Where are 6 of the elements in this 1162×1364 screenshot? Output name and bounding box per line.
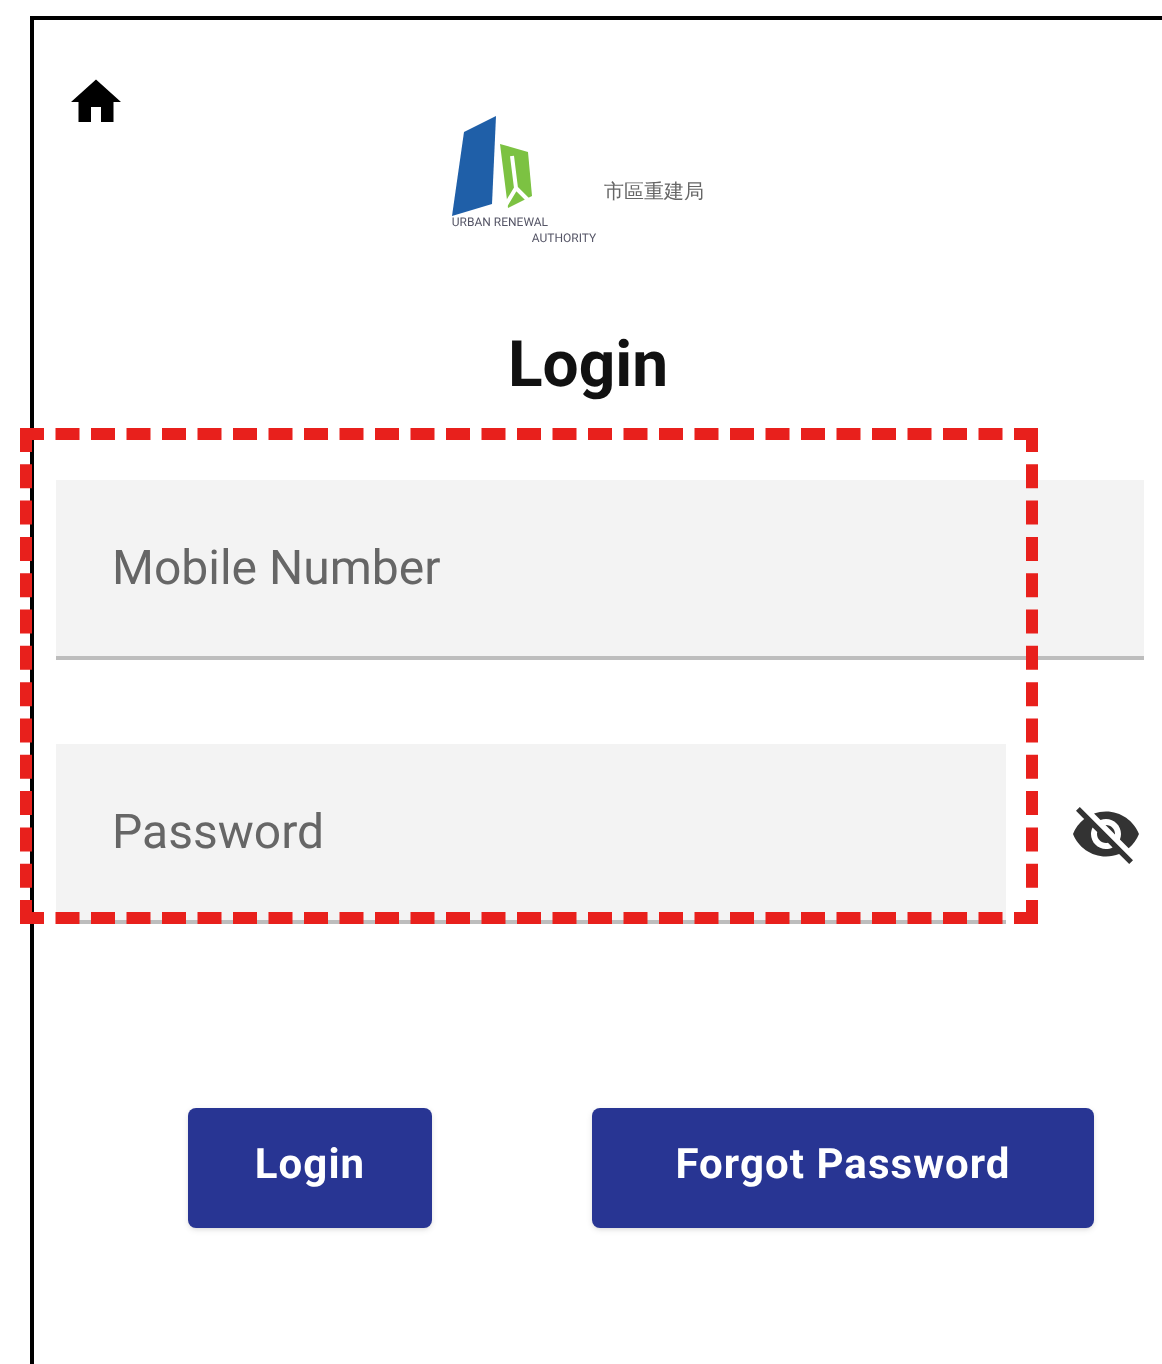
- login-button[interactable]: Login: [188, 1108, 432, 1228]
- input-field[interactable]: Mobile Number: [56, 480, 1144, 660]
- page-title: Login: [507, 324, 669, 404]
- forgot-password-button[interactable]: Forgot Password: [592, 1108, 1094, 1228]
- password-field[interactable]: Password: [56, 744, 1006, 924]
- logo-chinese-text: 市區重建局: [604, 179, 705, 208]
